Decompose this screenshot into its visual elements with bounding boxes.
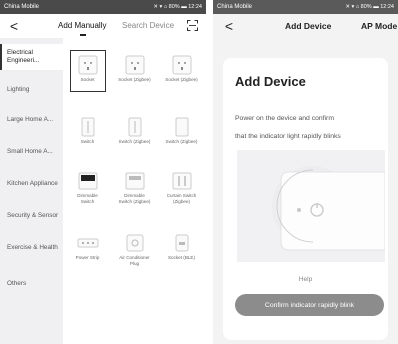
switch-icon	[81, 117, 94, 137]
device-frame: Socket (Zigbee)	[164, 50, 200, 92]
device-label: Air Conditioner Plug	[119, 255, 150, 266]
device-curtain-switch-zigbee[interactable]: Curtain Switch (Zigbee)	[158, 166, 205, 208]
device-label: Dimmable Switch	[77, 193, 98, 204]
curtain-switch-icon	[172, 172, 191, 190]
device-label: Switch (Zigbee)	[118, 139, 151, 144]
status-bar: China Mobile ✕ ▾ ⌂ 80% ▬ 12:24	[213, 0, 398, 14]
back-button[interactable]: <	[219, 18, 239, 34]
device-dimmable-switch[interactable]: Dimmable Switch	[64, 166, 111, 208]
socket-icon	[125, 55, 144, 75]
category-label: Small Home A...	[7, 148, 53, 155]
help-link[interactable]: Help	[223, 276, 388, 283]
device-label: Socket (Zigbee)	[165, 77, 198, 82]
page-title: Add Device	[285, 21, 332, 31]
status-indicators: ✕ ▾ ⌂ 80% ▬ 12:24	[345, 4, 394, 10]
device-switch[interactable]: Switch	[64, 112, 111, 154]
device-socket-zigbee[interactable]: Socket (Zigbee)	[111, 50, 158, 92]
device-frame: Socket (BLE)	[164, 228, 200, 270]
tab-active-indicator	[80, 34, 86, 36]
switch-icon	[128, 117, 141, 137]
category-electrical-engineering[interactable]: Electrical Engineeri...	[0, 44, 63, 70]
status-bar: China Mobile ✕ ▾ ⌂ 80% ▬ 12:24	[0, 0, 206, 14]
tab-add-manually[interactable]: Add Manually	[58, 21, 106, 30]
category-label: Large Home A...	[7, 116, 54, 123]
power-strip-icon	[77, 238, 98, 248]
category-kitchen-appliance[interactable]: Kitchen Appliance	[0, 180, 63, 198]
device-frame: Curtain Switch (Zigbee)	[164, 166, 200, 208]
dimmer-icon	[125, 172, 144, 190]
ac-plug-icon	[126, 234, 143, 252]
category-label: Exercise & Health	[7, 244, 58, 251]
device-socket-ble[interactable]: Socket (BLE)	[158, 228, 205, 270]
category-label: Security & Sensor	[7, 212, 59, 219]
dimmer-icon	[78, 172, 97, 190]
device-air-conditioner-plug[interactable]: Air Conditioner Plug	[111, 228, 158, 270]
scan-icon[interactable]	[187, 20, 198, 31]
device-grid: Socket Socket (Zigbee) Socket (Zigbee) S…	[63, 38, 206, 344]
category-large-home-appliance[interactable]: Large Home A...	[0, 116, 63, 134]
card-title: Add Device	[235, 74, 306, 89]
device-power-strip[interactable]: Power Strip	[64, 228, 111, 270]
device-label: Switch	[80, 139, 95, 144]
instruction-line-2: that the indicator light rapidly blinks	[235, 133, 341, 140]
device-frame: Socket	[69, 50, 106, 92]
confirm-indicator-button[interactable]: Confirm indicator rapidly blink	[235, 294, 384, 316]
header: < Add Manually Search Device	[0, 14, 206, 38]
carrier-label: China Mobile	[217, 4, 253, 10]
category-label: Electrical Engineeri...	[7, 49, 40, 64]
device-switch-zigbee-2[interactable]: Switch (Zigbee)	[158, 112, 205, 154]
device-label: Socket (Zigbee)	[118, 77, 151, 82]
category-label: Others	[7, 280, 27, 287]
device-label: Dimmable Switch (Zigbee)	[118, 193, 151, 204]
device-dimmable-switch-zigbee[interactable]: Dimmable Switch (Zigbee)	[111, 166, 158, 208]
device-label: Curtain Switch (Zigbee)	[166, 193, 197, 204]
ap-mode-button[interactable]: AP Mode	[361, 21, 397, 31]
blinking-device-icon	[272, 166, 385, 251]
category-lighting[interactable]: Lighting	[0, 86, 63, 100]
device-label: Socket (BLE)	[167, 255, 196, 260]
category-label: Kitchen Appliance	[7, 180, 58, 187]
category-others[interactable]: Others	[0, 280, 63, 290]
device-frame: Switch (Zigbee)	[164, 112, 200, 154]
device-frame: Air Conditioner Plug	[117, 228, 153, 270]
add-manually-screen: China Mobile ✕ ▾ ⌂ 80% ▬ 12:24 < Add Man…	[0, 0, 206, 344]
device-switch-zigbee[interactable]: Switch (Zigbee)	[111, 112, 158, 154]
device-frame: Switch (Zigbee)	[117, 112, 153, 154]
device-illustration	[237, 150, 385, 262]
device-frame: Socket (Zigbee)	[117, 50, 153, 92]
tab-search-device[interactable]: Search Device	[122, 21, 174, 30]
back-button[interactable]: <	[4, 18, 24, 34]
carrier-label: China Mobile	[4, 4, 40, 10]
device-frame: Dimmable Switch	[70, 166, 106, 208]
device-socket[interactable]: Socket	[64, 50, 111, 92]
device-frame: Dimmable Switch (Zigbee)	[117, 166, 153, 208]
device-label: Switch (Zigbee)	[165, 139, 198, 144]
status-indicators: ✕ ▾ ⌂ 80% ▬ 12:24	[153, 4, 202, 10]
socket-icon	[172, 55, 191, 75]
category-label: Lighting	[7, 86, 30, 93]
instruction-line-1: Power on the device and confirm	[235, 115, 334, 122]
switch-icon	[175, 117, 188, 137]
socket-icon	[78, 55, 97, 75]
device-frame: Switch	[70, 112, 106, 154]
device-label: Power Strip	[75, 255, 100, 260]
add-device-card: Add Device Power on the device and confi…	[223, 58, 388, 340]
category-exercise-health[interactable]: Exercise & Health	[0, 244, 63, 262]
device-label: Socket	[80, 77, 95, 82]
header: < Add Device AP Mode	[213, 14, 398, 38]
add-device-screen: China Mobile ✕ ▾ ⌂ 80% ▬ 12:24 < Add Dev…	[213, 0, 398, 344]
socket-icon	[175, 234, 188, 252]
device-frame: Power Strip	[70, 228, 106, 270]
category-security-sensor[interactable]: Security & Sensor	[0, 212, 63, 230]
card-instructions: Power on the device and confirm that the…	[235, 110, 385, 146]
category-sidebar: Electrical Engineeri... Lighting Large H…	[0, 38, 63, 344]
category-small-home-appliance[interactable]: Small Home A...	[0, 148, 63, 166]
device-socket-zigbee-2[interactable]: Socket (Zigbee)	[158, 50, 205, 92]
